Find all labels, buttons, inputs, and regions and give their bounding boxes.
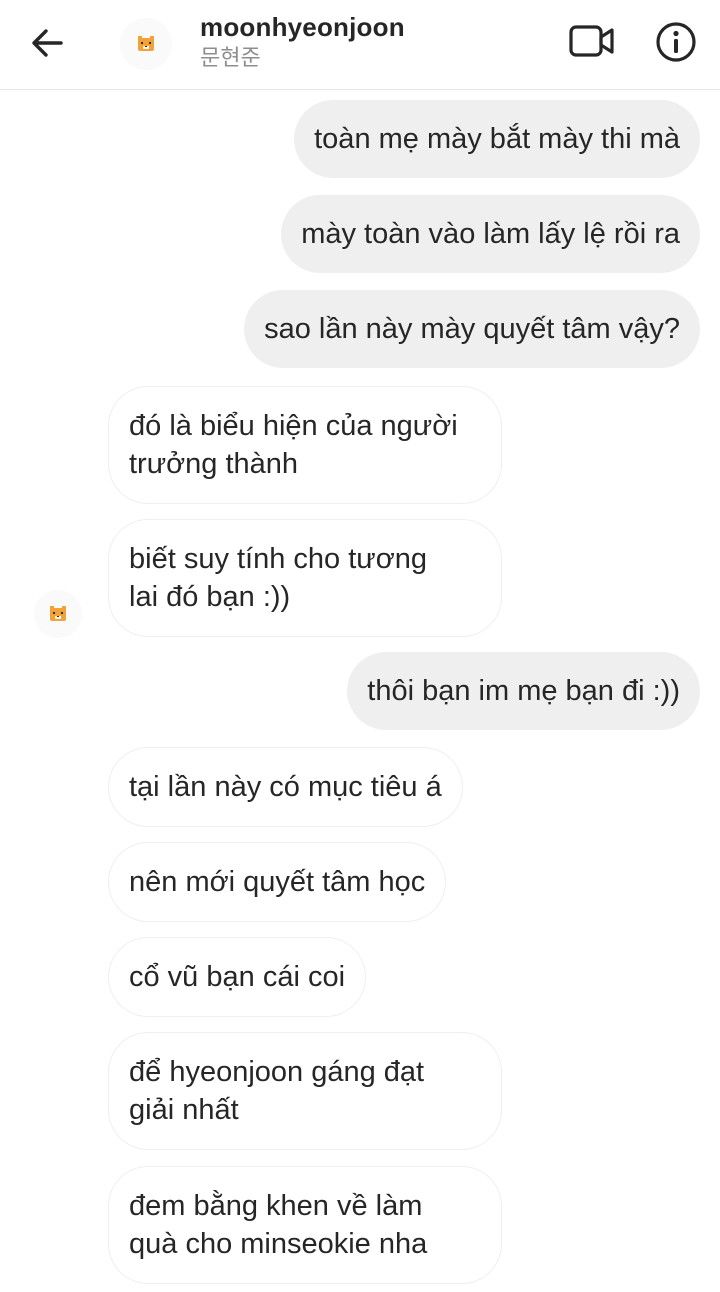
- video-call-button[interactable]: [562, 18, 622, 64]
- arrow-left-icon: [32, 29, 63, 57]
- message-bubble-received[interactable]: nên mới quyết tâm học: [108, 842, 447, 922]
- username: moonhyeonjoon: [200, 12, 405, 42]
- message-text: nên mới quyết tâm học: [129, 866, 426, 898]
- tiger-emoji-icon: [138, 36, 154, 51]
- chat-header: moonhyeonjoon 문현준: [0, 0, 720, 90]
- message-text: biết suy tính cho tương: [129, 543, 427, 575]
- message-bubble-sent[interactable]: sao lần này mày quyết tâm vậy?: [244, 290, 700, 368]
- message-bubble-received[interactable]: biết suy tính cho tương lai đó bạn :)): [108, 519, 502, 637]
- message-text: sao lần này mày quyết tâm vậy?: [264, 313, 680, 345]
- message-text: đem bằng khen về làm: [129, 1190, 423, 1222]
- message-text: để hyeonjoon gáng đạt: [129, 1056, 425, 1088]
- title-block[interactable]: moonhyeonjoon 문현준: [200, 10, 405, 74]
- message-bubble-received[interactable]: cổ vũ bạn cái coi: [108, 937, 367, 1017]
- message-text: tại lần này có mục tiêu á: [129, 771, 442, 803]
- message-bubble-received[interactable]: đó là biểu hiện của người trưởng thành: [108, 386, 502, 504]
- avatar[interactable]: [120, 18, 172, 70]
- message-bubble-sent[interactable]: mày toàn vào làm lấy lệ rồi ra: [281, 195, 700, 273]
- message-bubble-sent[interactable]: thôi bạn im mẹ bạn đi :)): [347, 652, 700, 730]
- sender-avatar[interactable]: [34, 590, 82, 638]
- message-bubble-sent[interactable]: toàn mẹ mày bắt mày thi mà: [294, 100, 700, 178]
- message-text: giải nhất: [129, 1094, 239, 1126]
- message-text: mày toàn vào làm lấy lệ rồi ra: [301, 218, 680, 250]
- message-text: thôi bạn im mẹ bạn đi :)): [367, 675, 680, 707]
- message-thread[interactable]: toàn mẹ mày bắt mày thi mà mày toàn vào …: [0, 90, 720, 1292]
- message-bubble-received[interactable]: đem bằng khen về làm quà cho minseokie n…: [108, 1166, 502, 1284]
- info-icon: [656, 22, 696, 62]
- video-camera-icon: [569, 25, 614, 57]
- info-button[interactable]: [650, 16, 702, 68]
- message-bubble-received[interactable]: để hyeonjoon gáng đạt giải nhất: [108, 1032, 502, 1150]
- display-name: 문현준: [200, 46, 261, 71]
- message-text: quà cho minseokie nha: [129, 1228, 428, 1260]
- message-text: cổ vũ bạn cái coi: [129, 961, 346, 993]
- message-text: toàn mẹ mày bắt mày thi mà: [314, 123, 680, 155]
- message-text: trưởng thành: [129, 448, 299, 480]
- message-bubble-received[interactable]: tại lần này có mục tiêu á: [108, 747, 463, 827]
- message-text: lai đó bạn :)): [129, 581, 291, 613]
- tiger-emoji-icon: [50, 606, 66, 621]
- back-button[interactable]: [24, 20, 70, 66]
- message-text: đó là biểu hiện của người: [129, 410, 458, 442]
